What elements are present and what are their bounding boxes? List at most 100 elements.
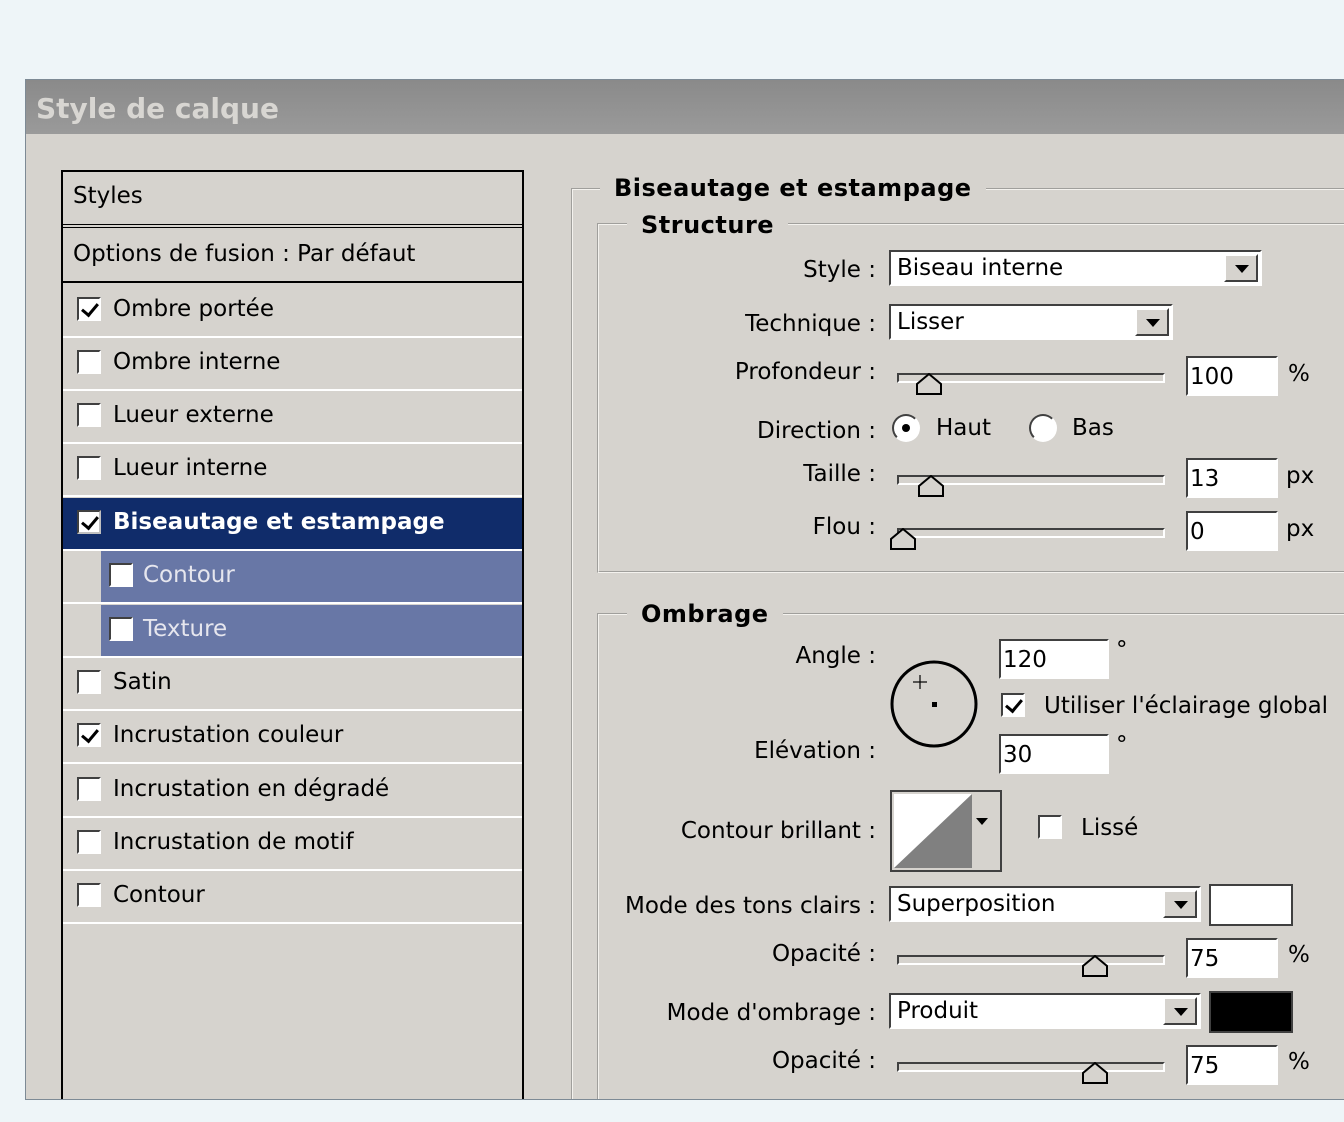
angle-dial[interactable] <box>888 658 980 750</box>
technique-select[interactable]: Lisser <box>889 304 1173 340</box>
shadow-opacity-input[interactable]: 75 <box>1186 1045 1278 1085</box>
checkbox[interactable] <box>77 723 101 747</box>
slider-thumb[interactable] <box>890 528 916 550</box>
list-item-incrustation-motif[interactable]: Incrustation de motif <box>63 818 522 871</box>
shadow-mode-value: Produit <box>897 998 979 1024</box>
soften-label: Flou : <box>812 514 876 540</box>
angle-value: 120 <box>1003 647 1047 673</box>
list-item-contour-sub[interactable]: Contour <box>63 551 522 604</box>
highlight-opacity-value: 75 <box>1190 946 1220 972</box>
checkbox[interactable] <box>77 456 101 480</box>
list-item-label: Lueur externe <box>113 402 274 428</box>
direction-up-radio[interactable] <box>892 414 920 442</box>
highlight-opacity-input[interactable]: 75 <box>1186 938 1278 978</box>
checkbox[interactable] <box>77 297 101 321</box>
blending-options-item[interactable]: Options de fusion : Par défaut <box>63 230 522 283</box>
soften-slider[interactable] <box>890 520 1165 556</box>
list-item-label: Contour <box>143 562 235 588</box>
layer-style-dialog: Style de calque Styles Options de fusion… <box>25 79 1344 1100</box>
technique-label: Technique : <box>745 311 876 337</box>
soften-input[interactable]: 0 <box>1186 511 1278 551</box>
list-item-texture[interactable]: Texture <box>63 605 522 658</box>
title-bar[interactable]: Style de calque <box>26 80 1344 134</box>
shadow-mode-select[interactable]: Produit <box>889 993 1201 1029</box>
slider-thumb[interactable] <box>918 475 945 497</box>
shadow-opacity-slider[interactable] <box>897 1054 1165 1090</box>
highlight-opacity-slider[interactable] <box>897 947 1165 983</box>
size-slider[interactable] <box>897 467 1165 503</box>
size-value: 13 <box>1190 466 1220 492</box>
indent <box>63 551 101 602</box>
checkbox[interactable] <box>77 777 101 801</box>
global-light-checkbox[interactable] <box>1001 693 1025 717</box>
chevron-down-icon[interactable] <box>1163 997 1197 1025</box>
list-item-label: Texture <box>143 616 228 642</box>
gloss-contour-picker[interactable] <box>890 790 1002 872</box>
altitude-input[interactable]: 30 <box>999 734 1109 774</box>
angle-label: Angle : <box>795 643 876 669</box>
slider-thumb[interactable] <box>915 373 942 395</box>
list-item-incrustation-couleur[interactable]: Incrustation couleur <box>63 711 522 764</box>
structure-title: Structure <box>627 211 789 239</box>
style-select[interactable]: Biseau interne <box>889 250 1262 286</box>
checkbox[interactable] <box>109 563 133 587</box>
size-label: Taille : <box>803 461 876 487</box>
checkbox[interactable] <box>77 830 101 854</box>
chevron-down-icon[interactable] <box>1135 308 1169 336</box>
checkbox[interactable] <box>77 350 101 374</box>
gloss-contour-label: Contour brillant : <box>680 818 876 844</box>
chevron-down-icon[interactable] <box>1163 890 1197 918</box>
indent <box>63 605 101 656</box>
checkbox[interactable] <box>109 617 133 641</box>
depth-input[interactable]: 100 <box>1186 356 1278 396</box>
blending-options-label: Options de fusion : Par défaut <box>73 241 416 267</box>
antialiased-checkbox[interactable] <box>1038 815 1062 839</box>
dialog-title: Style de calque <box>36 92 279 125</box>
list-item-incrustation-degrade[interactable]: Incrustation en dégradé <box>63 765 522 818</box>
list-item-lueur-externe[interactable]: Lueur externe <box>63 391 522 444</box>
depth-slider[interactable] <box>897 365 1165 401</box>
shadow-color-swatch[interactable] <box>1209 991 1293 1033</box>
list-item-contour[interactable]: Contour <box>63 871 522 924</box>
checkbox[interactable] <box>77 403 101 427</box>
list-item-ombre-interne[interactable]: Ombre interne <box>63 338 522 391</box>
angle-unit: ° <box>1116 637 1128 663</box>
shadow-opacity-label: Opacité : <box>771 1048 876 1074</box>
styles-list: Styles Options de fusion : Par défaut Om… <box>61 170 524 1099</box>
checkbox[interactable] <box>77 510 101 534</box>
chevron-down-icon[interactable] <box>1224 254 1258 282</box>
chevron-down-icon[interactable] <box>976 818 988 825</box>
list-item-lueur-interne[interactable]: Lueur interne <box>63 444 522 497</box>
list-item-label: Incrustation couleur <box>113 722 344 748</box>
contour-curve-icon <box>894 794 972 868</box>
global-light-label: Utiliser l'éclairage global <box>1044 693 1329 719</box>
list-item-label: Incrustation en dégradé <box>113 776 390 802</box>
highlight-mode-select[interactable]: Superposition <box>889 886 1201 922</box>
list-item-label: Ombre interne <box>113 349 281 375</box>
highlight-opacity-unit: % <box>1288 942 1310 968</box>
checkbox[interactable] <box>77 670 101 694</box>
list-item-label: Biseautage et estampage <box>113 509 445 535</box>
list-item-ombre-portee[interactable]: Ombre portée <box>63 285 522 338</box>
slider-track <box>897 528 1165 538</box>
slider-thumb[interactable] <box>1082 955 1108 977</box>
depth-unit: % <box>1288 361 1310 387</box>
styles-header[interactable]: Styles <box>63 172 522 228</box>
altitude-label: Elévation : <box>754 738 876 764</box>
list-item-label: Incrustation de motif <box>113 829 354 855</box>
angle-input[interactable]: 120 <box>999 639 1109 679</box>
direction-down-label: Bas <box>1072 415 1114 441</box>
slider-thumb[interactable] <box>1082 1062 1108 1084</box>
shading-title: Ombrage <box>627 600 783 628</box>
size-input[interactable]: 13 <box>1186 458 1278 498</box>
highlight-opacity-label: Opacité : <box>771 941 876 967</box>
list-item-biseautage[interactable]: Biseautage et estampage <box>63 498 522 551</box>
styles-header-label: Styles <box>73 183 143 209</box>
list-item-label: Contour <box>113 882 205 908</box>
slider-track <box>897 955 1165 965</box>
direction-down-radio[interactable] <box>1029 414 1057 442</box>
checkbox[interactable] <box>77 883 101 907</box>
altitude-value: 30 <box>1003 742 1033 768</box>
highlight-color-swatch[interactable] <box>1209 884 1293 926</box>
list-item-satin[interactable]: Satin <box>63 658 522 711</box>
